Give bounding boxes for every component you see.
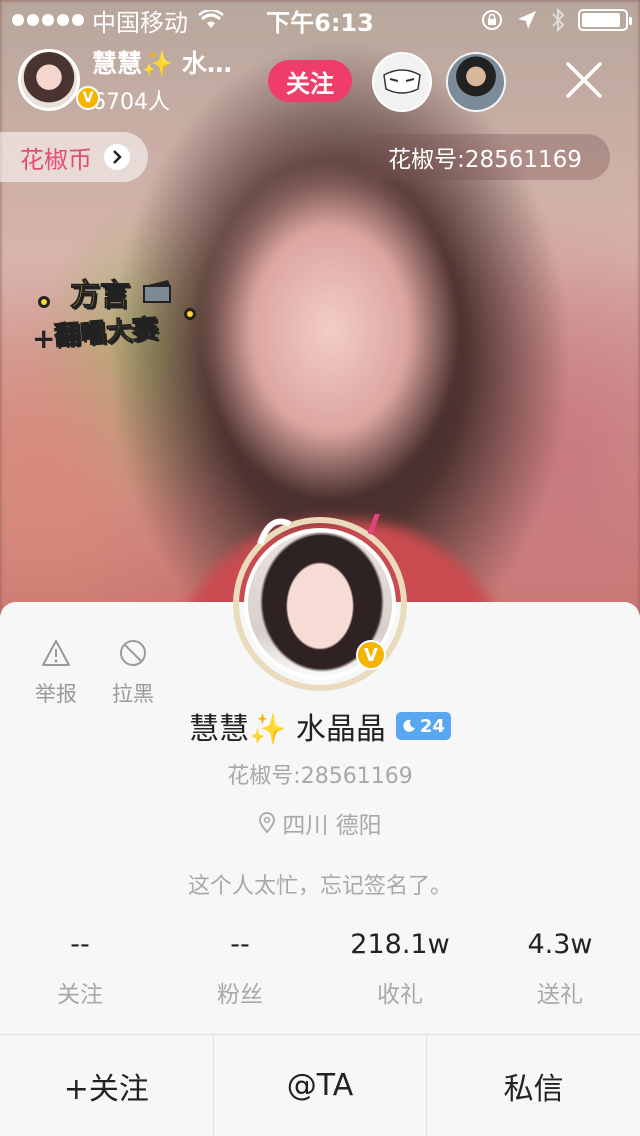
stat-value: 218.1w [350, 929, 450, 960]
location-arrow-icon [518, 11, 536, 29]
event-title-line1: 方言 [70, 278, 131, 314]
decor-dot-icon [184, 308, 196, 320]
profile-signature: 这个人太忙，忘记签名了。 [187, 874, 452, 899]
message-button[interactable]: 私信 [426, 1035, 640, 1136]
level-badge: 24 [395, 712, 451, 740]
location-text: 四川 德阳 [282, 813, 382, 839]
stat-following[interactable]: -- 关注 [0, 925, 160, 1009]
stat-gifts-received[interactable]: 218.1w 收礼 [320, 925, 480, 1009]
host-info[interactable]: V 慧慧✨ 水… 6704人 [18, 48, 232, 115]
carrier-label: 中国移动 [92, 8, 188, 37]
clapperboard-icon [143, 280, 171, 303]
stat-fans[interactable]: -- 粉丝 [160, 925, 320, 1009]
plus-icon: + [32, 322, 56, 355]
verified-badge-icon: V [76, 86, 100, 110]
signal-icon [12, 14, 84, 26]
coin-label: 花椒币 [20, 145, 92, 174]
wifi-icon [198, 10, 224, 28]
level-value: 24 [419, 715, 445, 737]
stat-label: 关注 [57, 982, 103, 1008]
decor-dot-icon [38, 296, 50, 308]
block-button[interactable]: 拉黑 [103, 636, 163, 708]
event-title-line2: 翻唱大赛 [53, 314, 160, 352]
viewer-avatar[interactable] [446, 52, 506, 112]
event-sticker[interactable]: 方言 翻唱大赛 + [32, 270, 202, 360]
block-icon [120, 640, 146, 666]
profile-location: 四川 德阳 [0, 806, 640, 840]
host-avatar[interactable] [18, 49, 80, 111]
profile-actions: +关注 @TA 私信 [0, 1034, 640, 1136]
viewer-count: 6704人 [92, 90, 170, 115]
chevron-right-icon [104, 144, 130, 170]
profile-avatar-container[interactable]: V [233, 514, 407, 691]
stat-value: -- [70, 929, 90, 960]
verified-badge-icon: V [356, 640, 386, 670]
profile-name-row: 慧慧✨ 水晶晶 24 [0, 704, 640, 748]
room-id: 花椒号:28561169 [360, 134, 610, 180]
host-name: 慧慧✨ 水… [92, 49, 232, 78]
mask-face-icon [383, 69, 421, 94]
viewer-avatar[interactable] [372, 52, 432, 112]
profile-name: 慧慧✨ 水晶晶 [189, 712, 386, 747]
profile-stats: -- 关注 -- 粉丝 218.1w 收礼 4.3w 送礼 [0, 925, 640, 1009]
follow-host-button[interactable]: 关注 [268, 60, 352, 102]
report-button[interactable]: 举报 [26, 636, 86, 708]
location-pin-icon [259, 812, 276, 834]
coin-button[interactable]: 花椒币 [0, 132, 148, 182]
stat-value: -- [230, 929, 250, 960]
rotation-lock-icon [482, 10, 502, 30]
stat-value: 4.3w [527, 929, 593, 960]
bluetooth-icon [552, 7, 565, 33]
warning-icon [42, 640, 70, 666]
status-bar: 中国移动 下午6:13 [0, 0, 640, 40]
stat-label: 送礼 [537, 982, 583, 1008]
stat-label: 粉丝 [217, 982, 263, 1008]
close-icon[interactable] [560, 56, 608, 104]
follow-button[interactable]: +关注 [0, 1035, 213, 1136]
battery-icon [578, 9, 632, 31]
mention-button[interactable]: @TA [212, 1035, 427, 1136]
stat-gifts-sent[interactable]: 4.3w 送礼 [480, 925, 640, 1009]
profile-id: 花椒号:28561169 [227, 764, 413, 789]
moon-icon [403, 719, 415, 732]
stat-label: 收礼 [377, 982, 423, 1008]
